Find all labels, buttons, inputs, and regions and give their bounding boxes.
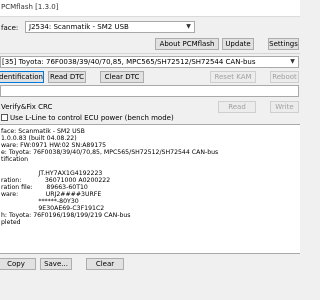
clear-dtc-button[interactable]: Clear DTC — [100, 71, 144, 83]
kline-checkbox[interactable]: Use L-Line to control ECU power (bench m… — [1, 114, 174, 122]
log-line: e: Toyota: 76F0038/39/40/70,85, MPC565/S… — [1, 149, 219, 156]
log-line: pleted — [1, 219, 21, 226]
interface-select-value: J2534: Scanmatik - SM2 USB — [29, 23, 129, 31]
clear-log-button[interactable]: Clear — [86, 258, 124, 270]
chevron-down-icon: ▼ — [186, 23, 191, 30]
save-button[interactable]: Save... — [40, 258, 72, 270]
kline-label: Use L-Line to control ECU power (bench m… — [10, 114, 174, 122]
window-title: PCMflash [1.3.0] — [1, 3, 59, 11]
separator — [0, 53, 300, 54]
read-button[interactable]: Read — [218, 101, 256, 113]
checkbox-icon — [1, 114, 8, 121]
file-path-field[interactable] — [0, 85, 299, 97]
chevron-down-icon: ▼ — [290, 58, 295, 65]
module-select[interactable]: [35] Toyota: 76F0038/39/40/70,85, MPC565… — [0, 56, 299, 68]
identification-button[interactable]: Identification — [0, 71, 44, 83]
write-button[interactable]: Write — [270, 101, 299, 113]
reset-kam-button[interactable]: Reset KAM — [210, 71, 256, 83]
update-button[interactable]: Update — [222, 38, 254, 50]
interface-label: face: — [1, 24, 19, 32]
log-line: tification — [1, 156, 29, 163]
module-select-value: [35] Toyota: 76F0038/39/40/70,85, MPC565… — [2, 58, 256, 66]
interface-select[interactable]: J2534: Scanmatik - SM2 USB ▼ — [25, 21, 195, 33]
reboot-button[interactable]: Reboot — [270, 71, 299, 83]
settings-button[interactable]: Settings — [268, 38, 299, 50]
title-bar: PCMflash [1.3.0] — [0, 0, 300, 17]
about-button[interactable]: About PCMflash — [155, 38, 219, 50]
log-output[interactable]: face: Scanmatik - SM2 USB 1.0.0.83 (buil… — [0, 124, 300, 254]
read-dtc-button[interactable]: Read DTC — [48, 71, 86, 83]
copy-button[interactable]: Copy — [0, 258, 36, 270]
verify-crc-label[interactable]: Verify&Fix CRC — [1, 103, 52, 111]
